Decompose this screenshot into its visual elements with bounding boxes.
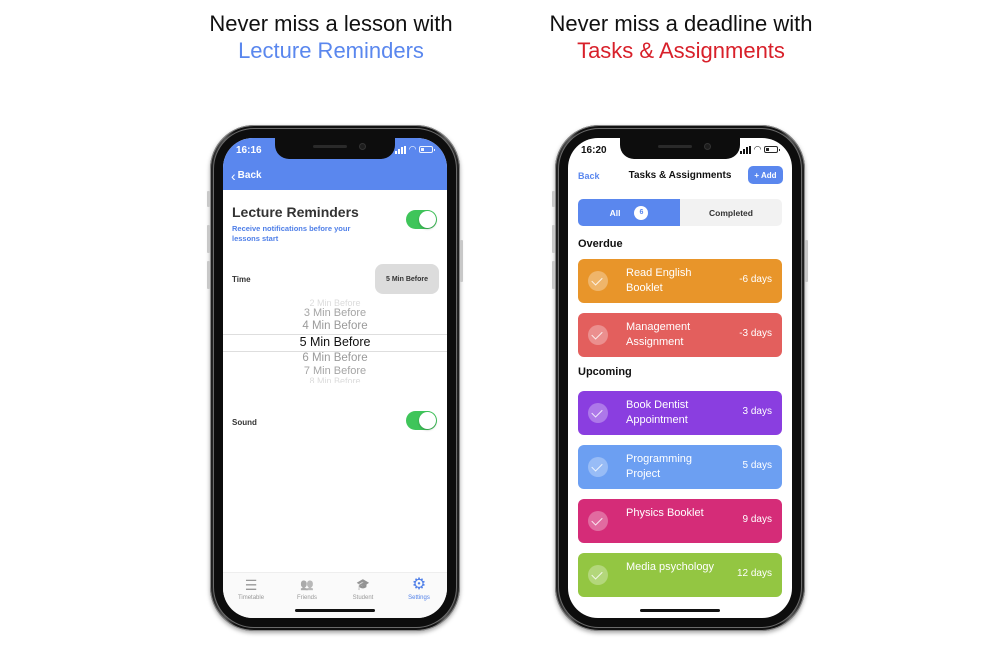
back-button[interactable]: ‹ Back [231, 167, 262, 184]
check-icon[interactable] [588, 457, 608, 477]
notch [275, 138, 395, 159]
home-indicator[interactable] [295, 609, 375, 612]
task-card[interactable]: Physics Booklet 9 days [578, 499, 782, 543]
tab-settings[interactable]: ⚙ Settings [391, 576, 447, 602]
check-icon[interactable] [588, 511, 608, 531]
tab-label: Student [352, 595, 374, 601]
check-icon[interactable] [588, 403, 608, 423]
time-label: Time [232, 275, 251, 284]
check-icon[interactable] [588, 271, 608, 291]
segment-all[interactable]: All 6 [578, 199, 680, 226]
signal-icon [395, 145, 407, 154]
filter-segmented-control: All 6 Completed [578, 199, 782, 226]
power-button [460, 240, 463, 282]
segment-completed[interactable]: Completed [680, 199, 782, 226]
gear-icon: ⚙ [411, 576, 427, 593]
task-due: 5 days [742, 460, 772, 471]
headline-line1: Never miss a deadline with [549, 11, 813, 36]
tab-student[interactable]: 🎓 Student [335, 577, 391, 601]
task-name: Read English Booklet [626, 267, 692, 294]
tab-label: Timetable [237, 595, 265, 601]
sound-label: Sound [232, 418, 257, 427]
picker-option-selected[interactable]: 5 Min Before [223, 335, 447, 350]
tasks-screen: 16:20 ◠ Back Tasks & Assignments + Add A… [568, 138, 792, 618]
task-due: -3 days [739, 328, 772, 339]
reminders-title: Lecture Reminders [232, 204, 359, 220]
picker-option[interactable]: 3 Min Before [223, 307, 447, 319]
count-badge: 6 [634, 205, 649, 220]
section-upcoming: Upcoming [578, 366, 632, 378]
home-indicator[interactable] [640, 609, 720, 612]
task-name: Programming Project [626, 453, 693, 480]
volume-up-button [552, 225, 555, 253]
task-due: 9 days [742, 514, 772, 525]
tab-label: Settings [408, 595, 430, 601]
tab-timetable[interactable]: ☰ Timetable [223, 577, 279, 601]
segment-completed-label: Completed [709, 207, 753, 218]
mute-switch [552, 191, 555, 207]
graduation-cap-icon: 🎓 [356, 579, 370, 591]
people-icon: 👥 [300, 579, 314, 591]
status-time: 16:20 [581, 145, 607, 156]
volume-down-button [207, 261, 210, 289]
volume-down-button [552, 261, 555, 289]
task-name: Book Dentist Appointment [626, 399, 689, 426]
check-icon[interactable] [588, 325, 608, 345]
back-label: Back [237, 170, 262, 181]
task-card[interactable]: Book Dentist Appointment 3 days [578, 391, 782, 435]
check-icon[interactable] [588, 565, 608, 585]
tab-bar: ☰ Timetable 👥 Friends 🎓 Student ⚙ Settin… [223, 572, 447, 618]
reminders-toggle[interactable] [406, 210, 437, 229]
add-task-button[interactable]: + Add [748, 166, 783, 184]
notch [620, 138, 740, 159]
picker-option[interactable]: 8 Min Before [223, 376, 447, 383]
mute-switch [207, 191, 210, 207]
task-due: 3 days [742, 406, 772, 417]
battery-icon [419, 146, 435, 153]
battery-icon [764, 146, 780, 153]
signal-icon [740, 145, 752, 154]
tab-friends[interactable]: 👥 Friends [279, 577, 335, 601]
headline-line1: Never miss a lesson with [209, 11, 453, 36]
status-time: 16:16 [236, 145, 262, 156]
phone-frame-left: 16:16 ◠ ‹ Back Lecture Reminders Receive… [207, 125, 463, 631]
segment-all-label: All [609, 207, 621, 218]
headline-line2: Tasks & Assignments [577, 38, 785, 63]
power-button [805, 240, 808, 282]
wifi-icon: ◠ [409, 144, 416, 154]
picker-option[interactable]: 6 Min Before [223, 352, 447, 365]
list-icon: ☰ [244, 577, 258, 593]
wifi-icon: ◠ [754, 144, 761, 154]
picker-option[interactable]: 4 Min Before [223, 320, 447, 333]
volume-up-button [207, 225, 210, 253]
headline-lecture-reminders: Never miss a lesson with Lecture Reminde… [171, 10, 491, 64]
tab-label: Friends [296, 595, 317, 601]
section-overdue: Overdue [578, 238, 623, 250]
task-due: 12 days [736, 568, 772, 579]
headline-line2: Lecture Reminders [238, 38, 424, 63]
task-name: Media psychology [626, 561, 715, 573]
task-card[interactable]: Media psychology 12 days [578, 553, 782, 597]
headline-tasks-assignments: Never miss a deadline with Tasks & Assig… [521, 10, 841, 64]
time-picker[interactable]: 2 Min Before 3 Min Before 4 Min Before 5… [223, 298, 447, 384]
time-value-button[interactable]: 5 Min Before [375, 264, 439, 294]
reminders-subtitle: Receive notifications before your lesson… [232, 224, 351, 243]
task-card[interactable]: Programming Project 5 days [578, 445, 782, 489]
lecture-reminders-screen: 16:16 ◠ ‹ Back Lecture Reminders Receive… [223, 138, 447, 618]
task-name: Management Assignment [626, 321, 691, 348]
task-card[interactable]: Management Assignment -3 days [578, 313, 782, 357]
phone-frame-right: 16:20 ◠ Back Tasks & Assignments + Add A… [552, 125, 808, 631]
task-name: Physics Booklet [626, 507, 704, 519]
chevron-left-icon: ‹ [231, 167, 236, 184]
task-due: -6 days [739, 274, 772, 285]
task-card[interactable]: Read English Booklet -6 days [578, 259, 782, 303]
sound-toggle[interactable] [406, 411, 437, 430]
